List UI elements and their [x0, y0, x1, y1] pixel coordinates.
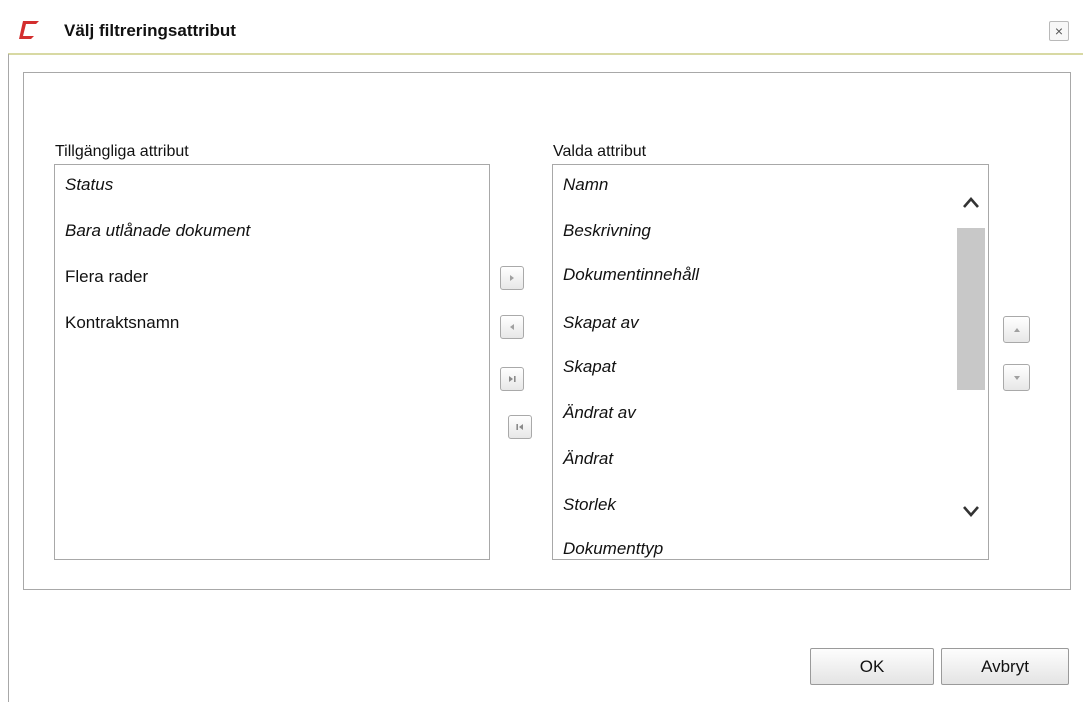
triangle-right-icon: [510, 275, 514, 281]
list-item-status[interactable]: Status: [65, 175, 113, 195]
chevron-up-icon[interactable]: [961, 193, 981, 213]
skip-right-icon: [509, 376, 516, 382]
dialog-titlebar: Välj filtreringsattribut ×: [0, 0, 1083, 53]
move-all-right-button[interactable]: [500, 367, 524, 391]
triangle-down-icon: [1013, 375, 1020, 380]
titlebar-divider: [8, 53, 1083, 55]
list-item-bara-utlanade-dokument[interactable]: Bara utlånade dokument: [65, 221, 250, 241]
app-logo-icon: [19, 21, 39, 39]
list-item-dokumenttyp[interactable]: Dokumenttyp: [563, 539, 663, 559]
list-item-skapat[interactable]: Skapat: [563, 357, 616, 377]
list-item-kontraktsnamn[interactable]: Kontraktsnamn: [65, 313, 179, 333]
list-item-andrat[interactable]: Ändrat: [563, 449, 613, 469]
close-icon: ×: [1054, 23, 1064, 39]
move-left-button[interactable]: [500, 315, 524, 339]
chevron-down-icon[interactable]: [961, 501, 981, 521]
list-item-storlek[interactable]: Storlek: [563, 495, 616, 515]
dialog-title: Välj filtreringsattribut: [64, 21, 236, 40]
skip-left-icon: [516, 424, 523, 430]
ok-button[interactable]: OK: [810, 648, 934, 685]
move-right-button[interactable]: [500, 266, 524, 290]
dialog-left-border: [8, 54, 9, 702]
list-item-namn[interactable]: Namn: [563, 175, 608, 195]
selected-attributes-label: Valda attribut: [553, 143, 647, 160]
selected-attributes-list[interactable]: Namn Beskrivning Dokumentinnehåll Skapat…: [552, 164, 989, 560]
triangle-left-icon: [510, 324, 514, 330]
available-attributes-label: Tillgängliga attribut: [55, 143, 189, 160]
cancel-button[interactable]: Avbryt: [941, 648, 1069, 685]
scrollbar-thumb[interactable]: [957, 228, 985, 390]
available-attributes-list[interactable]: Status Bara utlånade dokument Flera rade…: [54, 164, 490, 560]
list-item-skapat-av[interactable]: Skapat av: [563, 313, 639, 333]
selected-list-scrollbar[interactable]: [954, 165, 988, 559]
triangle-up-icon: [1013, 327, 1020, 332]
move-up-button[interactable]: [1003, 316, 1030, 343]
list-item-dokumentinnehall[interactable]: Dokumentinnehåll: [563, 265, 699, 285]
list-item-beskrivning[interactable]: Beskrivning: [563, 221, 651, 241]
move-down-button[interactable]: [1003, 364, 1030, 391]
close-button[interactable]: ×: [1049, 21, 1069, 41]
list-item-flera-rader[interactable]: Flera rader: [65, 267, 148, 287]
filter-attributes-dialog: Välj filtreringsattribut × Tillgängliga …: [0, 0, 1083, 702]
list-item-andrat-av[interactable]: Ändrat av: [563, 403, 636, 423]
move-all-left-button[interactable]: [508, 415, 532, 439]
